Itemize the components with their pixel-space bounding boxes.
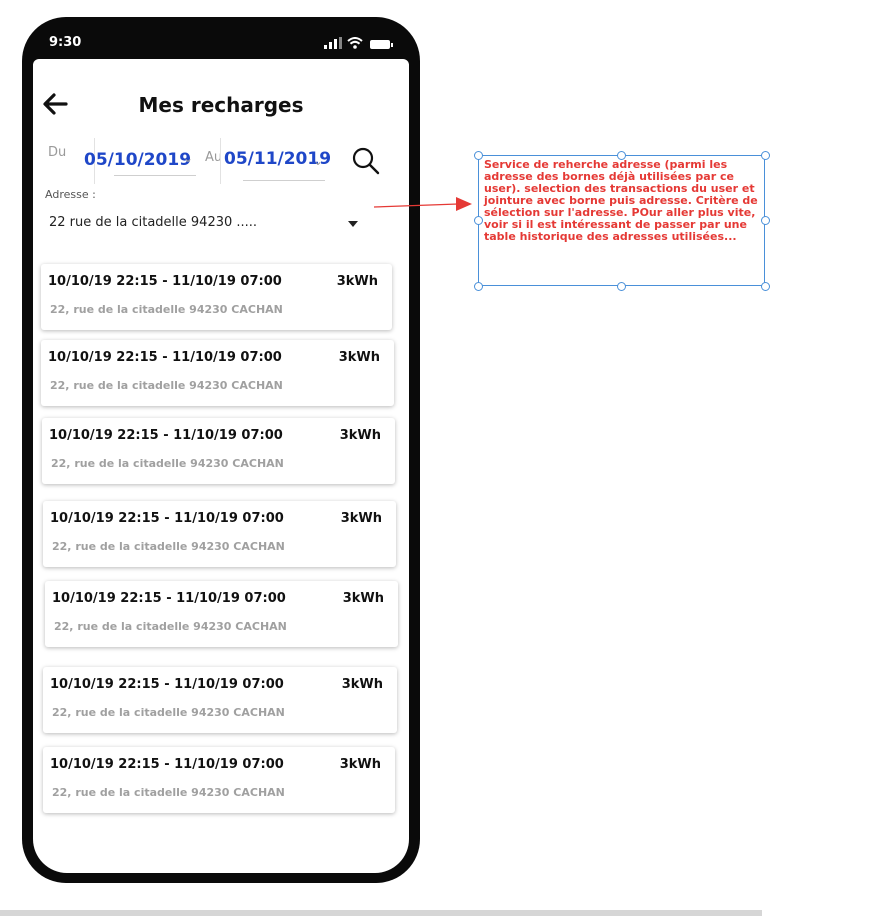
resize-handle[interactable] <box>474 216 483 225</box>
horizontal-scrollbar[interactable] <box>0 910 762 916</box>
phone-frame: 9:30 Mes recharges Du 05/10/2019 ⌄ Au 05… <box>22 17 420 883</box>
app-screen: Mes recharges Du 05/10/2019 ⌄ Au 05/11/2… <box>33 59 409 873</box>
recharge-period: 10/10/19 22:15 - 11/10/19 07:00 <box>50 511 284 526</box>
recharge-energy: 3kWh <box>338 350 380 365</box>
recharge-address: 22, rue de la citadelle 94230 CACHAN <box>50 303 283 316</box>
recharge-address: 22, rue de la citadelle 94230 CACHAN <box>50 379 283 392</box>
recharge-period: 10/10/19 22:15 - 11/10/19 07:00 <box>49 428 283 443</box>
resize-handle[interactable] <box>761 151 770 160</box>
wifi-icon <box>347 37 363 49</box>
search-icon[interactable] <box>351 146 381 176</box>
resize-handle[interactable] <box>761 282 770 291</box>
status-time: 9:30 <box>49 35 82 50</box>
recharge-card[interactable]: 10/10/19 22:15 - 11/10/19 07:00 3kWh 22,… <box>41 340 394 406</box>
resize-handle[interactable] <box>474 282 483 291</box>
resize-handle[interactable] <box>617 151 626 160</box>
battery-icon <box>370 40 393 49</box>
recharge-address: 22, rue de la citadelle 94230 CACHAN <box>52 786 285 799</box>
recharge-period: 10/10/19 22:15 - 11/10/19 07:00 <box>48 274 282 289</box>
recharge-address: 22, rue de la citadelle 94230 CACHAN <box>54 620 287 633</box>
recharge-period: 10/10/19 22:15 - 11/10/19 07:00 <box>50 757 284 772</box>
resize-handle[interactable] <box>617 282 626 291</box>
address-select[interactable]: 22 rue de la citadelle 94230 ..... <box>49 215 257 230</box>
page-title: Mes recharges <box>138 93 304 117</box>
address-label: Adresse : <box>45 188 96 201</box>
recharge-period: 10/10/19 22:15 - 11/10/19 07:00 <box>48 350 282 365</box>
recharge-period: 10/10/19 22:15 - 11/10/19 07:00 <box>50 677 284 692</box>
recharge-card[interactable]: 10/10/19 22:15 - 11/10/19 07:00 3kWh 22,… <box>43 667 397 733</box>
from-date-field[interactable]: 05/10/2019 <box>84 150 191 170</box>
recharge-card[interactable]: 10/10/19 22:15 - 11/10/19 07:00 3kWh 22,… <box>43 501 396 567</box>
recharge-period: 10/10/19 22:15 - 11/10/19 07:00 <box>52 591 286 606</box>
annotation-text: Service de reherche adresse (parmi les a… <box>484 158 758 243</box>
recharge-energy: 3kWh <box>340 511 382 526</box>
annotation-arrow <box>373 197 472 211</box>
recharge-card[interactable]: 10/10/19 22:15 - 11/10/19 07:00 3kWh 22,… <box>41 264 392 330</box>
recharge-energy: 3kWh <box>341 677 383 692</box>
resize-handle[interactable] <box>474 151 483 160</box>
to-date-underline <box>243 180 325 181</box>
recharge-energy: 3kWh <box>339 428 381 443</box>
caret-down-icon[interactable] <box>348 221 358 227</box>
annotation-box[interactable]: Service de reherche adresse (parmi les a… <box>478 155 765 286</box>
from-date-underline <box>114 175 196 176</box>
recharge-address: 22, rue de la citadelle 94230 CACHAN <box>52 540 285 553</box>
status-bar: 9:30 <box>22 17 420 59</box>
divider <box>220 138 221 184</box>
chevron-down-icon[interactable]: ⌄ <box>313 154 323 168</box>
recharge-energy: 3kWh <box>342 591 384 606</box>
signal-icon <box>324 37 342 49</box>
resize-handle[interactable] <box>761 216 770 225</box>
recharge-address: 22, rue de la citadelle 94230 CACHAN <box>51 457 284 470</box>
recharge-card[interactable]: 10/10/19 22:15 - 11/10/19 07:00 3kWh 22,… <box>43 747 395 813</box>
chevron-down-icon[interactable]: ⌄ <box>183 151 193 165</box>
recharge-energy: 3kWh <box>339 757 381 772</box>
recharge-energy: 3kWh <box>336 274 378 289</box>
recharge-card[interactable]: 10/10/19 22:15 - 11/10/19 07:00 3kWh 22,… <box>45 581 398 647</box>
recharge-address: 22, rue de la citadelle 94230 CACHAN <box>52 706 285 719</box>
from-label: Du <box>48 145 67 160</box>
status-icons <box>324 37 393 49</box>
recharge-card[interactable]: 10/10/19 22:15 - 11/10/19 07:00 3kWh 22,… <box>42 418 395 484</box>
